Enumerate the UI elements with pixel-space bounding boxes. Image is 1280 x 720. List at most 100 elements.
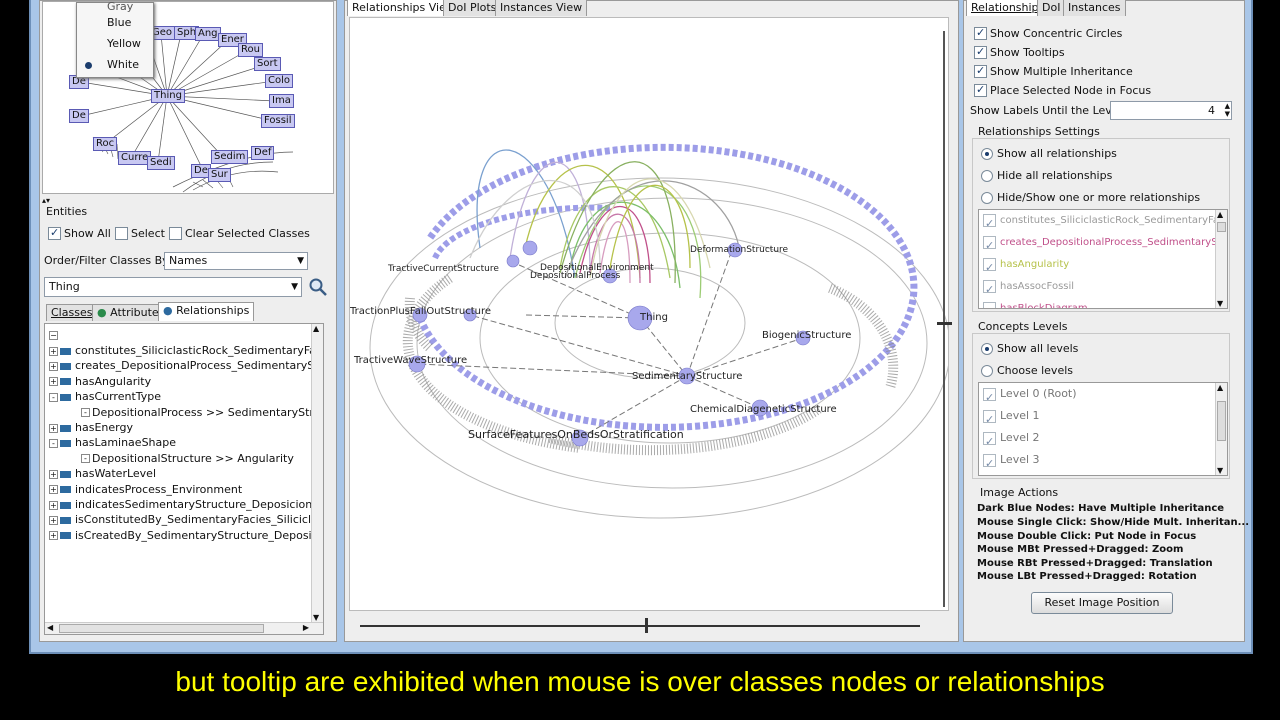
collapse-icon[interactable]: - bbox=[49, 438, 58, 448]
tab-doi-plots[interactable]: DoI Plots bbox=[443, 0, 502, 16]
zoom-slider-track[interactable] bbox=[943, 31, 945, 607]
relationships-graph[interactable]: Thing SedimentaryStructure BiogenicStruc… bbox=[350, 18, 949, 611]
expand-icon[interactable]: + bbox=[49, 469, 58, 479]
tab-doi[interactable]: DoI bbox=[1037, 0, 1066, 16]
overview-node[interactable]: Fossil bbox=[261, 114, 295, 128]
overview-node[interactable]: Sur bbox=[208, 168, 231, 182]
concentric-circles-checkbox[interactable] bbox=[974, 26, 987, 40]
scroll-thumb[interactable] bbox=[1217, 222, 1226, 232]
node-label-tractive-current[interactable]: TractiveCurrentStructure bbox=[387, 264, 499, 274]
tab-classes[interactable]: Classes bbox=[46, 304, 98, 321]
expand-icon[interactable]: + bbox=[49, 346, 58, 356]
node-label-chemical-diagenetic[interactable]: ChemicalDiageneticStructure bbox=[690, 404, 837, 415]
collapse-icon[interactable]: - bbox=[81, 454, 90, 464]
tree-row[interactable]: - DepositionalProcess >> SedimentaryStruc… bbox=[81, 405, 323, 420]
search-icon[interactable] bbox=[308, 277, 328, 297]
relationship-checkbox[interactable] bbox=[983, 235, 996, 257]
scroll-up-icon[interactable]: ▲ bbox=[1217, 383, 1223, 392]
tree-row[interactable]: + isCreatedBy_SedimentaryStructure_Deposi… bbox=[49, 528, 323, 543]
tree-row[interactable]: + creates_DepositionalProcess_Sedimentary… bbox=[49, 358, 323, 373]
reset-image-position-button[interactable]: Reset Image Position bbox=[1031, 592, 1173, 614]
overview-node[interactable]: Def bbox=[251, 146, 275, 160]
class-search-combo[interactable]: Thing ▼ bbox=[44, 277, 302, 297]
expand-icon[interactable]: + bbox=[49, 361, 58, 371]
tree-horizontal-scrollbar[interactable]: ◀ ▶ bbox=[45, 622, 323, 634]
scroll-up-icon[interactable]: ▲ bbox=[313, 324, 319, 333]
node-label-sedimentary-structure[interactable]: SedimentaryStructure bbox=[632, 371, 742, 382]
menu-item-blue[interactable]: Blue bbox=[77, 13, 153, 33]
collapse-icon[interactable]: - bbox=[49, 392, 58, 402]
relationship-list-item[interactable]: hasBlockDiagram bbox=[983, 298, 1088, 308]
overview-node[interactable]: Ang bbox=[195, 27, 221, 41]
relationship-list-item[interactable]: creates_DepositionalProcess_SedimentaryS… bbox=[983, 232, 1227, 257]
show-all-levels-radio[interactable] bbox=[981, 343, 993, 355]
scroll-left-icon[interactable]: ◀ bbox=[47, 623, 53, 632]
node-label-depositional-process[interactable]: DepositionalProcess bbox=[530, 271, 621, 281]
overview-node[interactable]: Roc bbox=[93, 137, 118, 151]
relationship-checkbox[interactable] bbox=[983, 301, 996, 308]
place-selected-checkbox[interactable] bbox=[974, 83, 987, 97]
overview-node[interactable]: Sort bbox=[254, 57, 281, 71]
order-filter-select[interactable]: Names ▼ bbox=[164, 252, 308, 270]
level-list-item[interactable]: Level 1 bbox=[983, 405, 1040, 431]
relationship-list-item[interactable]: hasAssocFossil bbox=[983, 276, 1074, 301]
scroll-down-icon[interactable]: ▼ bbox=[313, 613, 319, 622]
tree-row[interactable]: + hasEnergy bbox=[49, 420, 133, 435]
scroll-thumb[interactable] bbox=[1217, 401, 1226, 441]
horizontal-scroll-thumb[interactable] bbox=[59, 624, 264, 633]
level-list-item[interactable]: Level 0 (Root) bbox=[983, 383, 1077, 409]
tree-row[interactable]: + isConstitutedBy_SedimentaryFacies_Silic… bbox=[49, 512, 323, 527]
multiple-inheritance-checkbox[interactable] bbox=[974, 64, 987, 78]
tab-instances[interactable]: Instances bbox=[1063, 0, 1126, 16]
tree-row[interactable]: + indicatesSedimentaryStructure_Deposicio… bbox=[49, 497, 323, 512]
tree-row[interactable]: - hasCurrentType bbox=[49, 389, 161, 404]
rotation-slider-track[interactable] bbox=[360, 625, 920, 627]
level-checkbox[interactable] bbox=[983, 431, 996, 453]
overview-node[interactable]: Colo bbox=[265, 74, 293, 88]
tree-row[interactable]: + hasWaterLevel bbox=[49, 466, 156, 481]
node-label-thing[interactable]: Thing bbox=[639, 312, 668, 323]
tree-row[interactable]: + indicatesProcess_Environment bbox=[49, 482, 242, 497]
tree-row[interactable]: + hasAngularity bbox=[49, 374, 151, 389]
tree-row[interactable]: - DepositionalStructure >> Angularity bbox=[81, 451, 294, 466]
radial-graph-canvas[interactable]: Thing SedimentaryStructure BiogenicStruc… bbox=[349, 17, 949, 611]
scroll-up-icon[interactable]: ▲ bbox=[1217, 210, 1223, 219]
relationships-list-scrollbar[interactable]: ▲ ▼ bbox=[1215, 210, 1227, 308]
expand-icon[interactable]: + bbox=[49, 531, 58, 541]
collapse-icon[interactable]: - bbox=[81, 408, 90, 418]
tab-relationships[interactable]: ● Relationships bbox=[158, 302, 255, 321]
rotation-slider-thumb[interactable] bbox=[645, 618, 648, 633]
choose-levels-radio[interactable] bbox=[981, 365, 993, 377]
scroll-down-icon[interactable]: ▼ bbox=[1217, 466, 1223, 475]
tree-row[interactable]: - hasLaminaeShape bbox=[49, 435, 176, 450]
zoom-slider-thumb[interactable] bbox=[937, 322, 952, 325]
expand-icon[interactable]: + bbox=[49, 515, 58, 525]
expand-icon[interactable]: + bbox=[49, 377, 58, 387]
spinner-arrows-icon[interactable]: ▲ ▼ bbox=[1225, 102, 1230, 118]
overview-node[interactable]: Sedi bbox=[147, 156, 175, 170]
show-all-relationships-radio[interactable] bbox=[981, 148, 993, 160]
splitter-arrows-icon[interactable]: ▴▾ bbox=[42, 196, 50, 205]
tree-vertical-scrollbar[interactable]: ▲ ▼ bbox=[311, 324, 323, 622]
tree-root[interactable]: − bbox=[49, 327, 60, 342]
hide-show-relationships-radio[interactable] bbox=[981, 192, 993, 204]
node-label-biogenic-structure[interactable]: BiogenicStructure bbox=[762, 330, 851, 341]
node-color-popup-menu[interactable]: Gray Blue Yellow White bbox=[76, 2, 154, 78]
collapse-icon[interactable]: − bbox=[49, 330, 58, 340]
tab-instances-view[interactable]: Instances View bbox=[495, 0, 588, 16]
relationships-tree[interactable]: − + constitutes_SiliciclasticRock_Sedimen… bbox=[44, 323, 324, 635]
relationship-checkbox[interactable] bbox=[983, 257, 996, 279]
menu-item-white[interactable]: White bbox=[77, 55, 153, 75]
level-list-item[interactable]: Level 2 bbox=[983, 427, 1040, 453]
relationship-checkbox[interactable] bbox=[983, 213, 996, 235]
clear-selected-checkbox[interactable] bbox=[169, 227, 182, 240]
node-label-deformation[interactable]: DeformationStructure bbox=[690, 245, 789, 255]
overview-node[interactable]: Sedim bbox=[211, 150, 249, 164]
node-label-surface-features[interactable]: SurfaceFeaturesOnBedsOrStratification bbox=[468, 428, 684, 441]
overview-node-root[interactable]: Thing bbox=[151, 89, 185, 103]
node-label-traction-fallout[interactable]: TractionPlusFallOutStructure bbox=[350, 306, 491, 317]
levels-list[interactable]: Level 0 (Root) Level 1 Level 2 Level 3 ▲ ▼ bbox=[978, 382, 1228, 476]
overview-node[interactable]: Ima bbox=[269, 94, 294, 108]
expand-icon[interactable]: + bbox=[49, 485, 58, 495]
level-checkbox[interactable] bbox=[983, 387, 996, 409]
